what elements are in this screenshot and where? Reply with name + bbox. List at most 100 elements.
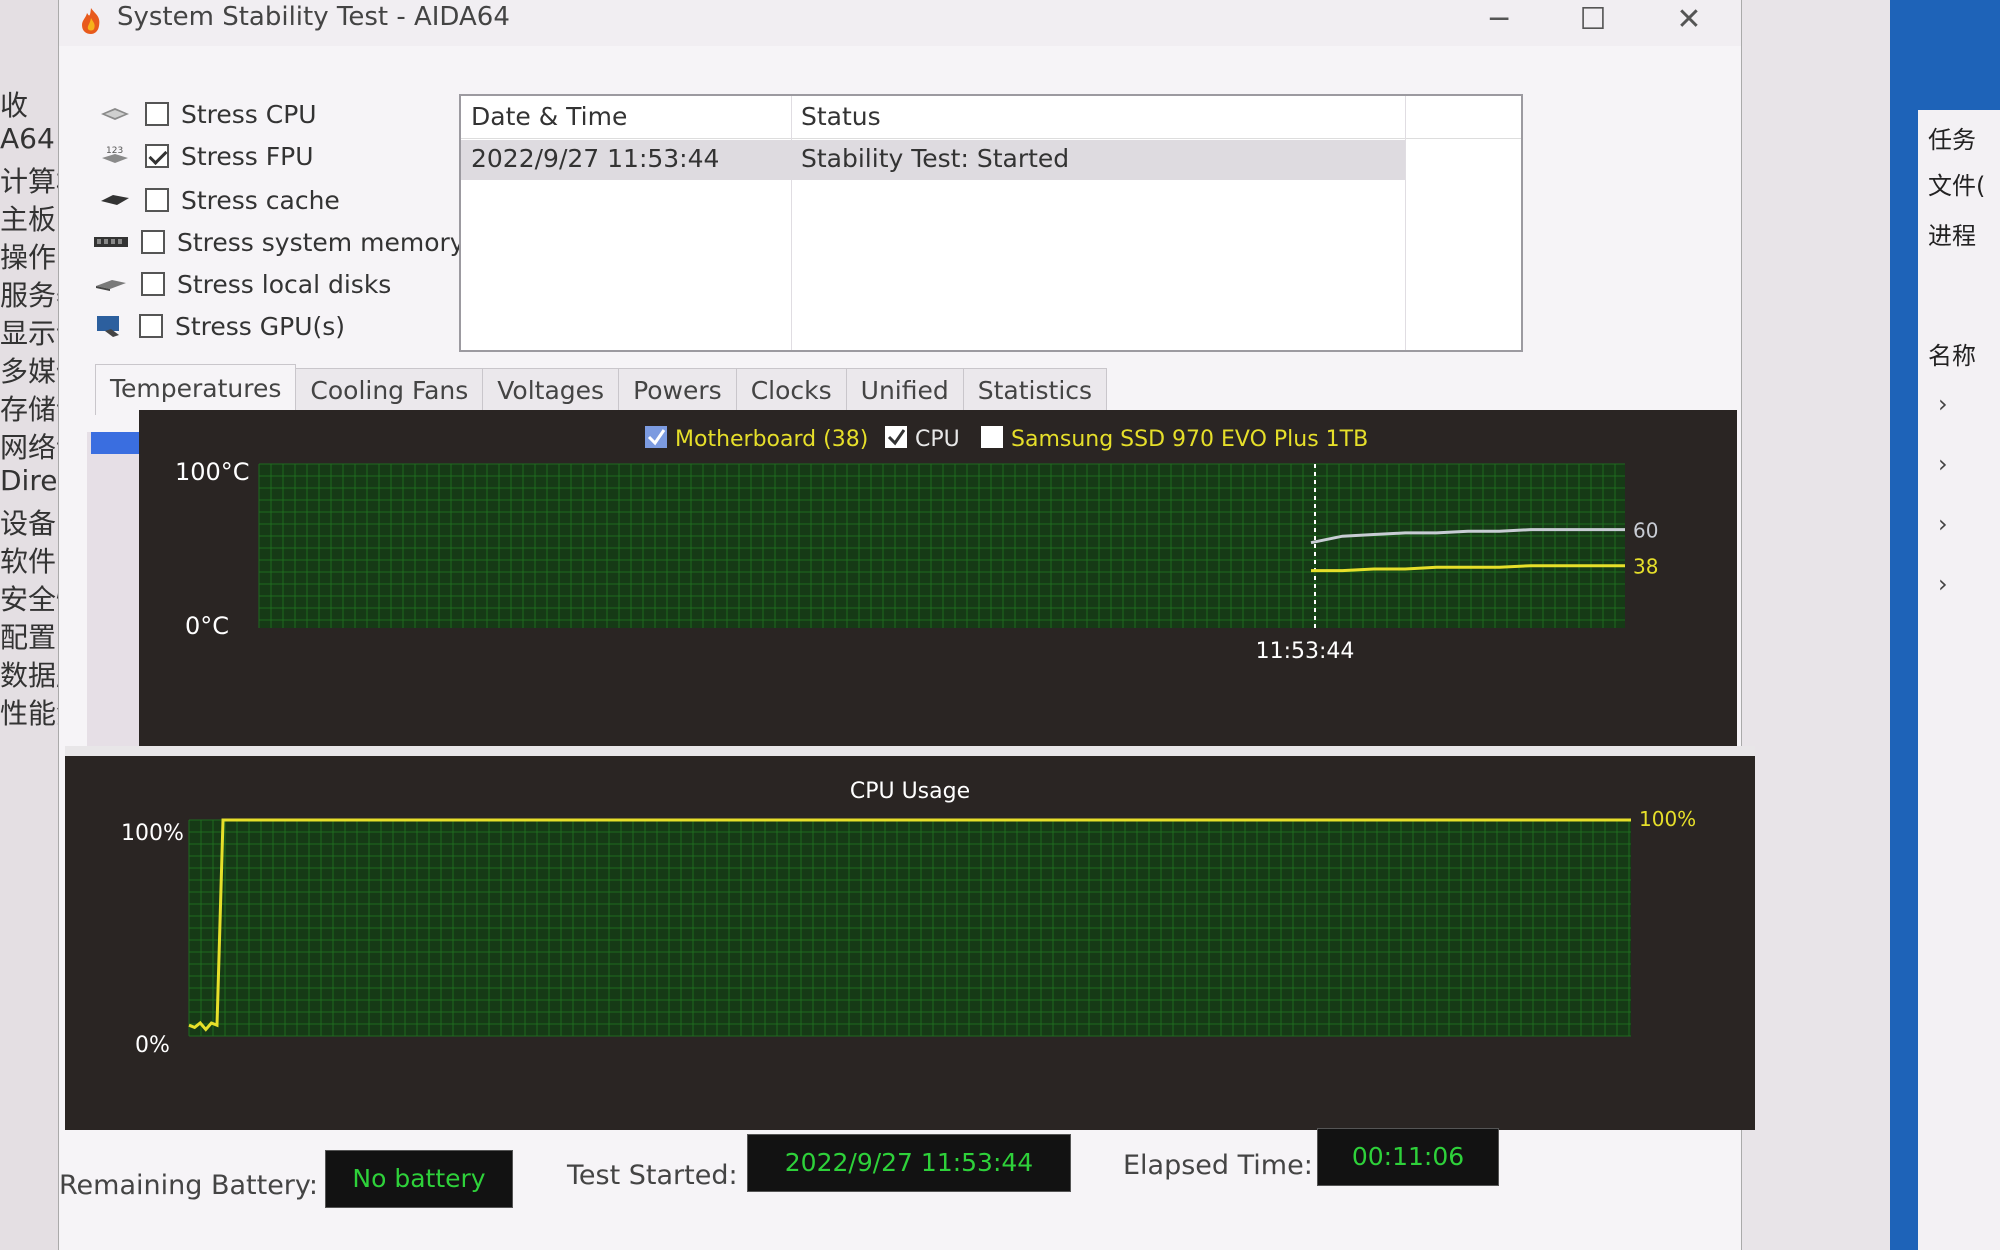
stress-cache-label: Stress cache — [181, 185, 340, 215]
background-sidebar-item: 主板 — [0, 203, 57, 236]
stress-fpu-checkbox[interactable] — [145, 144, 169, 168]
window-title: System Stability Test - AIDA64 — [117, 2, 510, 32]
test-started-label: Test Started: — [567, 1160, 738, 1191]
log-cell-status: Stability Test: Started — [801, 144, 1070, 173]
temperature-chart-svg: Motherboard (38) CPU Samsung SSD 970 EVO… — [175, 426, 1658, 664]
background-sidebar-item: 计算机 — [0, 165, 60, 198]
legend-motherboard-checkbox[interactable] — [645, 426, 667, 448]
elapsed-time-label: Elapsed Time: — [1123, 1150, 1313, 1181]
y-axis-min-label: 0°C — [185, 612, 229, 640]
chevron-right-icon[interactable]: › — [1938, 570, 1948, 598]
stress-fpu-label: Stress FPU — [181, 141, 314, 171]
y-axis-max-label: 100% — [121, 821, 184, 846]
remaining-battery-label: Remaining Battery: — [59, 1170, 319, 1201]
series-end-label: 38 — [1633, 555, 1658, 579]
stability-test-window: System Stability Test - AIDA64 ─ ☐ ✕ Str… — [58, 0, 1755, 1250]
series-end-label: 100% — [1639, 807, 1696, 831]
remaining-battery-value: No battery — [325, 1150, 513, 1208]
background-task-panel — [1918, 110, 2000, 1250]
legend-cpu-checkbox[interactable] — [885, 426, 907, 448]
stress-cache-option[interactable]: Stress cache — [97, 182, 340, 218]
legend-motherboard-label: Motherboard (38) — [675, 427, 868, 452]
stress-cpu-label: Stress CPU — [181, 99, 317, 129]
tab-voltages[interactable]: Voltages — [482, 368, 620, 413]
background-text: 任务 — [1928, 126, 1976, 154]
background-sidebar-item: 收 — [0, 89, 29, 122]
cache-icon — [97, 188, 133, 212]
stress-gpu-option[interactable]: Stress GPU(s) — [91, 308, 345, 344]
cpu-usage-title: CPU Usage — [850, 779, 970, 804]
log-header-row: Date & Time Status — [461, 96, 1521, 139]
stress-gpu-label: Stress GPU(s) — [175, 311, 346, 341]
table-row[interactable]: 2022/9/27 11:53:44 Stability Test: Start… — [461, 140, 1405, 180]
sensor-tabs: Temperatures Cooling Fans Voltages Power… — [95, 364, 1108, 415]
tab-unified[interactable]: Unified — [845, 368, 964, 413]
log-header-datetime[interactable]: Date & Time — [471, 102, 627, 131]
background-sidebar-item: 设备 — [0, 507, 57, 540]
tab-temperatures[interactable]: Temperatures — [95, 364, 297, 415]
background-text: 进程 — [1928, 222, 1976, 250]
test-log-table[interactable]: Date & Time Status 2022/9/27 11:53:44 St… — [459, 94, 1523, 352]
background-sidebar-item: 软件 — [0, 545, 57, 578]
background-sidebar-item: 安全性 — [0, 583, 60, 616]
background-app-sidebar: 收A64 v 计算机主板操作系服务器显示设多媒体存储设网络设DirectX 设备软件… — [0, 0, 63, 1250]
chevron-right-icon[interactable]: › — [1938, 390, 1948, 418]
legend-ssd-checkbox[interactable] — [981, 426, 1003, 448]
log-header-status[interactable]: Status — [801, 102, 881, 131]
background-sidebar-item: 多媒体 — [0, 355, 60, 388]
stress-disks-option[interactable]: Stress local disks — [93, 266, 391, 302]
stress-memory-label: Stress system memory — [177, 227, 465, 257]
selected-sensor-indicator[interactable] — [91, 432, 143, 454]
log-column-divider — [791, 96, 792, 350]
background-sidebar-item: 性能测 — [0, 697, 60, 730]
y-axis-max-label: 100°C — [175, 458, 250, 486]
background-app-right: 任务 文件( 进程 名称 › › › › — [1740, 0, 2000, 1250]
background-sidebar-item: DirectX — [0, 464, 60, 497]
gpu-icon — [91, 314, 127, 338]
title-bar[interactable]: System Stability Test - AIDA64 ─ ☐ ✕ — [59, 0, 1741, 46]
tab-powers[interactable]: Powers — [618, 368, 737, 413]
maximize-button[interactable]: ☐ — [1563, 2, 1623, 42]
background-sidebar-item: 存储设 — [0, 393, 60, 426]
disk-icon — [93, 272, 129, 296]
cpu-icon — [97, 102, 133, 126]
background-sidebar-item: 服务器 — [0, 279, 60, 312]
stress-cpu-option[interactable]: Stress CPU — [97, 96, 317, 132]
legend-ssd-label: Samsung SSD 970 EVO Plus 1TB — [1011, 427, 1368, 452]
tab-clocks[interactable]: Clocks — [735, 368, 847, 413]
marker-time-label: 11:53:44 — [1256, 639, 1355, 664]
tab-statistics[interactable]: Statistics — [962, 368, 1108, 413]
window-client-area: Stress CPU 123 Stress FPU Stress cache S… — [59, 46, 1755, 1250]
legend-cpu-label: CPU — [915, 427, 960, 452]
stress-cache-checkbox[interactable] — [145, 188, 169, 212]
background-text: 文件( — [1928, 172, 1986, 200]
stress-gpu-checkbox[interactable] — [139, 314, 163, 338]
tab-cooling-fans[interactable]: Cooling Fans — [295, 368, 484, 413]
y-axis-min-label: 0% — [135, 1033, 170, 1058]
background-sidebar-item: 数据库 — [0, 659, 60, 692]
chevron-right-icon[interactable]: › — [1938, 510, 1948, 538]
background-sidebar-item: 网络设 — [0, 431, 60, 464]
stress-disks-checkbox[interactable] — [141, 272, 165, 296]
log-cell-datetime: 2022/9/27 11:53:44 — [471, 144, 720, 173]
temperature-chart: Motherboard (38) CPU Samsung SSD 970 EVO… — [139, 410, 1737, 750]
sensor-list-scrollbar[interactable] — [87, 432, 143, 792]
stress-memory-option[interactable]: Stress system memory — [93, 224, 465, 260]
cpu-usage-chart: CPU Usage 100% 0% 100% — [65, 746, 1755, 1130]
elapsed-time-value: 00:11:06 — [1317, 1128, 1499, 1186]
stress-cpu-checkbox[interactable] — [145, 102, 169, 126]
fpu-icon: 123 — [97, 144, 133, 168]
stress-memory-checkbox[interactable] — [141, 230, 165, 254]
legend: Motherboard (38) CPU Samsung SSD 970 EVO… — [645, 426, 1368, 452]
minimize-button[interactable]: ─ — [1469, 2, 1529, 42]
background-text: 名称 — [1928, 342, 1976, 370]
cpu-usage-chart-svg: CPU Usage 100% 0% 100% — [121, 779, 1696, 1058]
close-button[interactable]: ✕ — [1659, 2, 1719, 42]
stress-fpu-option[interactable]: 123 Stress FPU — [97, 138, 314, 174]
test-started-value: 2022/9/27 11:53:44 — [747, 1134, 1071, 1192]
chevron-right-icon[interactable]: › — [1938, 450, 1948, 478]
stress-disks-label: Stress local disks — [177, 269, 392, 299]
background-sidebar-item: 配置 — [0, 621, 57, 654]
series-end-label: 60 — [1633, 519, 1658, 543]
log-column-divider — [1405, 96, 1406, 350]
